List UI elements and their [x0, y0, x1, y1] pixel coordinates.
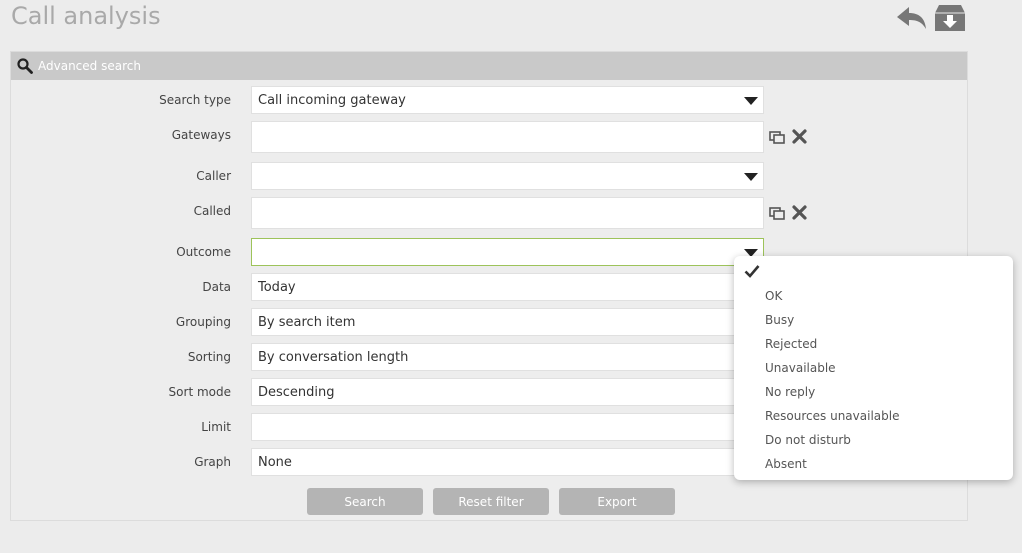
caller-row: Caller: [11, 162, 969, 192]
sorting-label: Sorting: [187, 350, 231, 364]
check-icon[interactable]: [744, 264, 760, 278]
gateways-row: Gateways: [11, 121, 969, 153]
advanced-search-title: Advanced search: [38, 59, 141, 73]
gateways-label: Gateways: [171, 128, 231, 142]
gateways-actions: [769, 128, 808, 145]
outcome-dropdown-menu: OK Busy Rejected Unavailable No reply Re…: [734, 256, 1013, 480]
search-type-row: Search type Call incoming gateway: [11, 86, 969, 116]
outcome-option-busy[interactable]: Busy: [765, 313, 794, 327]
reply-arrow-icon[interactable]: [895, 3, 927, 33]
outcome-option-do-not-disturb[interactable]: Do not disturb: [765, 433, 851, 447]
data-label: Data: [202, 280, 231, 294]
outcome-option-no-reply[interactable]: No reply: [765, 385, 815, 399]
data-select[interactable]: Today: [251, 273, 764, 301]
outcome-label: Outcome: [176, 245, 231, 259]
clear-x-icon[interactable]: [791, 128, 808, 145]
called-field[interactable]: [251, 197, 764, 229]
limit-label: Limit: [201, 420, 231, 434]
sort-mode-value: Descending: [258, 385, 335, 400]
graph-label: Graph: [194, 455, 231, 469]
select-window-icon[interactable]: [769, 204, 786, 221]
export-button[interactable]: Export: [559, 488, 675, 515]
search-type-label: Search type: [159, 93, 231, 107]
search-button[interactable]: Search: [307, 488, 423, 515]
outcome-option-rejected[interactable]: Rejected: [765, 337, 817, 351]
top-toolbar: [895, 3, 966, 33]
limit-field[interactable]: [251, 413, 764, 441]
search-type-value: Call incoming gateway: [258, 93, 406, 108]
grouping-value: By search item: [258, 315, 356, 330]
select-window-icon[interactable]: [769, 128, 786, 145]
page-title: Call analysis: [11, 2, 161, 30]
outcome-option-unavailable[interactable]: Unavailable: [765, 361, 836, 375]
caller-label: Caller: [196, 169, 231, 183]
sort-mode-label: Sort mode: [168, 385, 231, 399]
outcome-select[interactable]: [251, 238, 764, 266]
form-actions: Search Reset filter Export: [307, 488, 675, 515]
sorting-value: By conversation length: [258, 350, 409, 365]
clear-x-icon[interactable]: [791, 204, 808, 221]
magnifier-icon: [17, 58, 33, 74]
grouping-select[interactable]: By search item: [251, 308, 764, 336]
outcome-option-ok[interactable]: OK: [765, 289, 782, 303]
outcome-option-resources-unavailable[interactable]: Resources unavailable: [765, 409, 899, 423]
gateways-field[interactable]: [251, 121, 764, 153]
chevron-down-icon: [744, 97, 758, 105]
reset-filter-button[interactable]: Reset filter: [433, 488, 549, 515]
graph-value: None: [258, 455, 292, 470]
called-row: Called: [11, 197, 969, 229]
chevron-down-icon: [744, 173, 758, 181]
download-archive-icon[interactable]: [934, 3, 966, 33]
advanced-search-header[interactable]: Advanced search: [11, 52, 967, 80]
caller-select[interactable]: [251, 162, 764, 190]
outcome-option-absent[interactable]: Absent: [765, 457, 807, 471]
sort-mode-select[interactable]: Descending: [251, 378, 764, 406]
called-label: Called: [193, 204, 231, 218]
grouping-label: Grouping: [175, 315, 231, 329]
called-actions: [769, 204, 808, 221]
graph-select[interactable]: None: [251, 448, 764, 476]
sorting-select[interactable]: By conversation length: [251, 343, 764, 371]
search-type-select[interactable]: Call incoming gateway: [251, 86, 764, 114]
data-value: Today: [258, 280, 296, 295]
